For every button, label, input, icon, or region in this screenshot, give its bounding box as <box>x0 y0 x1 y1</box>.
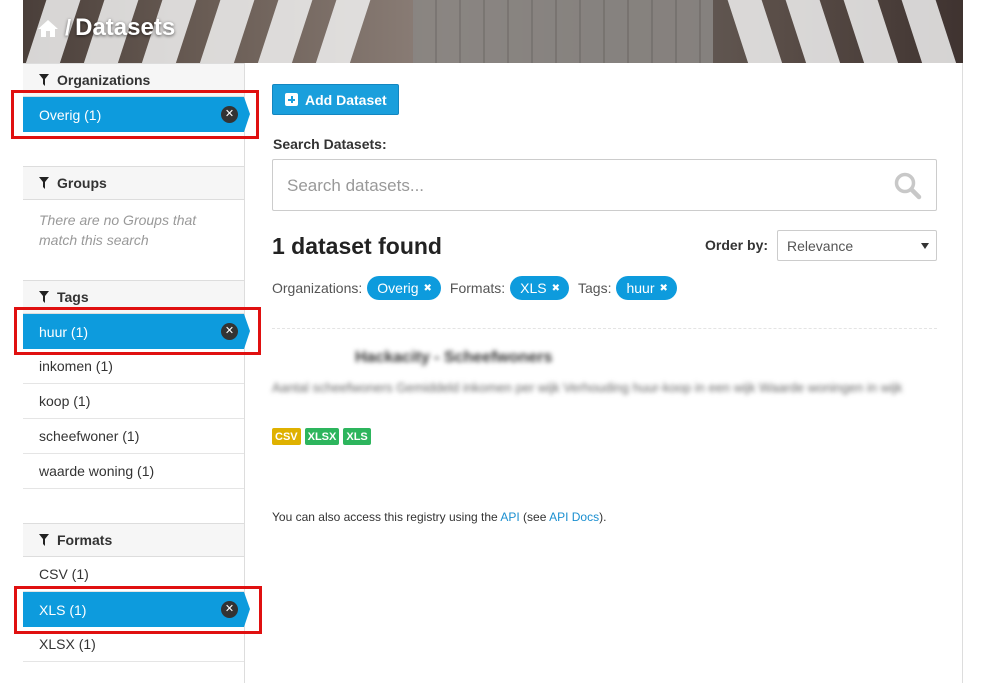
facet-item-scheefwoner[interactable]: scheefwoner (1) <box>23 419 244 454</box>
api-link[interactable]: API <box>500 510 519 524</box>
search-input[interactable] <box>287 174 847 198</box>
filter-pill-format[interactable]: XLS ✖ <box>510 276 569 300</box>
search-label: Search Datasets: <box>273 136 387 152</box>
remove-icon[interactable]: ✖ <box>552 283 560 294</box>
home-icon[interactable] <box>37 19 59 38</box>
filter-icon <box>39 74 49 86</box>
facet-heading-formats: Formats <box>23 523 244 557</box>
breadcrumb: / Datasets <box>37 14 175 42</box>
search-box <box>272 159 937 211</box>
facet-item-koop[interactable]: koop (1) <box>23 384 244 419</box>
highlight-box <box>14 586 262 634</box>
filter-pill-organization[interactable]: Overig ✖ <box>367 276 441 300</box>
facet-heading-groups: Groups <box>23 166 244 200</box>
divider <box>272 328 937 329</box>
breadcrumb-separator: / <box>65 15 72 40</box>
order-by-select[interactable]: Relevance <box>777 230 937 261</box>
remove-icon[interactable]: ✖ <box>424 283 432 294</box>
highlight-box <box>14 307 261 355</box>
remove-icon[interactable]: ✖ <box>660 283 668 294</box>
api-docs-link[interactable]: API Docs <box>549 510 599 524</box>
header-banner: / Datasets <box>23 0 963 63</box>
page-title[interactable]: Datasets <box>75 14 175 42</box>
format-badge-xlsx[interactable]: XLSX <box>304 428 340 445</box>
filter-icon <box>39 534 49 546</box>
active-filters: Organizations: Overig ✖ Formats: XLS ✖ Tag… <box>272 276 686 300</box>
dataset-title-link[interactable]: Hackacity - Scheefwoners <box>355 349 552 367</box>
result-count: 1 dataset found <box>272 233 442 259</box>
highlight-box <box>11 90 259 139</box>
groups-empty-note: There are no Groups that match this sear… <box>39 212 197 248</box>
caret-down-icon <box>921 243 929 249</box>
format-badge-xls[interactable]: XLS <box>343 428 371 445</box>
filter-icon <box>39 291 49 303</box>
format-badge-csv[interactable]: CSV <box>272 428 301 445</box>
api-note: You can also access this registry using … <box>272 510 607 524</box>
add-dataset-button[interactable]: Add Dataset <box>272 84 399 115</box>
page: / Datasets Organizations Overig (1) ✕ Gr… <box>0 0 985 683</box>
plus-square-icon <box>285 93 298 106</box>
facet-item-waarde-woning[interactable]: waarde woning (1) <box>23 454 244 489</box>
format-badges: CSV XLSX XLS <box>272 428 371 445</box>
search-icon[interactable] <box>894 172 922 200</box>
filter-pill-tag[interactable]: huur ✖ <box>616 276 677 300</box>
filter-icon <box>39 177 49 189</box>
dataset-description: Aantal scheefwoners Gemiddeld inkomen pe… <box>272 380 903 395</box>
order-by-label: Order by: <box>705 237 769 253</box>
